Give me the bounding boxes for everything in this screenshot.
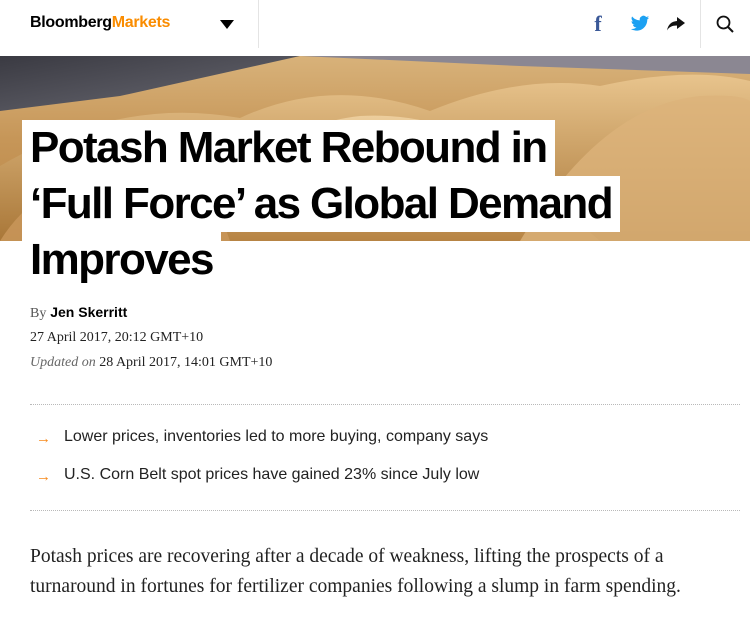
search-icon[interactable] [715, 12, 735, 36]
byline: By Jen Skerritt [30, 304, 127, 322]
toolbar-divider [700, 0, 701, 48]
list-item: → Lower prices, inventories led to more … [30, 428, 740, 466]
header-divider [258, 0, 259, 48]
chevron-down-icon[interactable] [220, 20, 234, 30]
headline-line-2: ‘Full Force’ as Global Demand [22, 176, 620, 232]
twitter-icon[interactable] [630, 12, 650, 36]
list-item: → U.S. Corn Belt spot prices have gained… [30, 466, 740, 504]
bullet-text: U.S. Corn Belt spot prices have gained 2… [64, 466, 480, 483]
article-body: Potash prices are recovering after a dec… [30, 546, 681, 597]
facebook-icon[interactable]: f [588, 11, 608, 36]
brand-name: Bloomberg [30, 14, 112, 31]
byline-prefix: By [30, 306, 47, 321]
updated-date: Updated on 28 April 2017, 14:01 GMT+10 [30, 355, 272, 371]
divider-top [30, 404, 740, 405]
arrow-right-icon: → [36, 468, 51, 485]
brand-section: Markets [111, 14, 171, 31]
headline-line-3: Improves [22, 232, 221, 288]
headline-line-1: Potash Market Rebound in [22, 120, 555, 176]
author-link[interactable]: Jen Skerritt [50, 304, 127, 320]
updated-timestamp: 28 April 2017, 14:01 GMT+10 [99, 355, 273, 370]
divider-bottom [30, 510, 740, 511]
brand-logo[interactable]: BloombergMarkets [30, 14, 170, 32]
bullet-text: Lower prices, inventories led to more bu… [64, 428, 489, 445]
arrow-right-icon: → [36, 430, 51, 447]
share-icon[interactable] [666, 12, 686, 36]
published-date: 27 April 2017, 20:12 GMT+10 [30, 330, 204, 345]
summary-bullets: → Lower prices, inventories led to more … [30, 428, 740, 504]
facebook-glyph: f [594, 11, 602, 36]
site-header: BloombergMarkets f [0, 0, 750, 56]
updated-label: Updated on [30, 355, 96, 370]
